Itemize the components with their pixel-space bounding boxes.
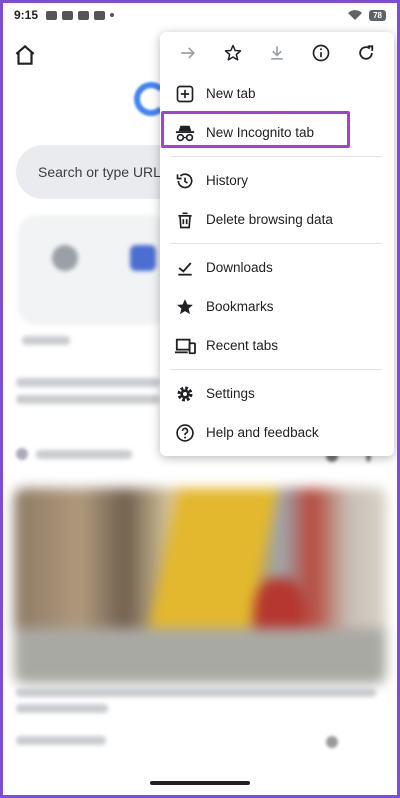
article-title-line-3	[16, 688, 376, 697]
menu-item-label: History	[206, 173, 249, 188]
plus-box-icon	[174, 83, 196, 105]
history-icon	[174, 170, 196, 192]
menu-toolbar	[160, 32, 394, 74]
status-bar: 9:15 78	[0, 0, 400, 30]
download-page-button[interactable]	[263, 39, 291, 67]
youtube-notification-icon	[62, 10, 74, 20]
menu-item-settings[interactable]: Settings	[160, 374, 394, 413]
menu-item-label: Downloads	[206, 260, 273, 275]
menu-item-bookmarks[interactable]: Bookmarks	[160, 287, 394, 326]
home-button[interactable]	[12, 42, 38, 68]
menu-item-label: Recent tabs	[206, 338, 279, 353]
forward-icon	[181, 47, 196, 59]
article-title-line-4	[16, 704, 108, 713]
source-flag-icon	[16, 448, 28, 460]
notification-icons	[46, 10, 115, 20]
article-source-line	[36, 450, 132, 459]
youtube-notification-icon-2	[78, 10, 90, 20]
menu-item-label: Help and feedback	[206, 425, 319, 440]
menu-item-label: Delete browsing data	[206, 212, 333, 227]
app-notification-icon	[94, 10, 106, 20]
menu-item-label: Settings	[206, 386, 255, 401]
menu-item-label: Bookmarks	[206, 299, 274, 314]
discover-label	[22, 336, 70, 345]
status-time: 9:15	[14, 8, 39, 22]
menu-item-new-tab[interactable]: New tab	[160, 74, 394, 113]
menu-item-label: New tab	[206, 86, 256, 101]
share-icon-2[interactable]	[326, 736, 338, 748]
more-notifications-icon	[110, 13, 115, 17]
chrome-overflow-menu: New tab New Incognito tab History Delete…	[160, 32, 394, 456]
info-icon	[313, 44, 330, 62]
help-icon	[174, 422, 196, 444]
article-source-line-2	[16, 736, 106, 745]
battery-icon: 78	[369, 9, 386, 21]
menu-divider	[170, 156, 382, 157]
menu-divider	[170, 243, 382, 244]
trash-icon	[174, 209, 196, 231]
menu-item-history[interactable]: History	[160, 161, 394, 200]
menu-item-downloads[interactable]: Downloads	[160, 248, 394, 287]
article-title-line	[16, 378, 160, 387]
bookmark-star-icon	[174, 296, 196, 318]
article-image[interactable]	[14, 488, 386, 684]
page-info-button[interactable]	[307, 39, 335, 67]
shortcut-tiles[interactable]	[18, 215, 168, 325]
refresh-icon	[359, 45, 373, 60]
search-placeholder: Search or type URL	[38, 164, 161, 180]
menu-item-help-and-feedback[interactable]: Help and feedback	[160, 413, 394, 452]
home-icon	[15, 44, 35, 65]
incognito-highlight-box	[161, 111, 350, 148]
article-title-line-2	[16, 395, 160, 404]
bookmark-button[interactable]	[219, 39, 247, 67]
download-check-icon	[174, 257, 196, 279]
gallery-notification-icon	[46, 10, 58, 20]
wifi-icon	[348, 10, 363, 20]
gear-icon	[174, 383, 196, 405]
menu-item-delete-browsing-data[interactable]: Delete browsing data	[160, 200, 394, 239]
star-icon	[224, 44, 241, 61]
menu-divider	[170, 369, 382, 370]
shortcut-tile-icon-2[interactable]	[130, 245, 156, 271]
devices-icon	[174, 335, 196, 357]
shortcut-tile-icon[interactable]	[52, 245, 78, 271]
forward-button[interactable]	[174, 39, 202, 67]
refresh-button[interactable]	[352, 39, 380, 67]
download-icon	[271, 46, 283, 60]
gesture-navigation-bar[interactable]	[150, 781, 250, 785]
menu-item-recent-tabs[interactable]: Recent tabs	[160, 326, 394, 365]
